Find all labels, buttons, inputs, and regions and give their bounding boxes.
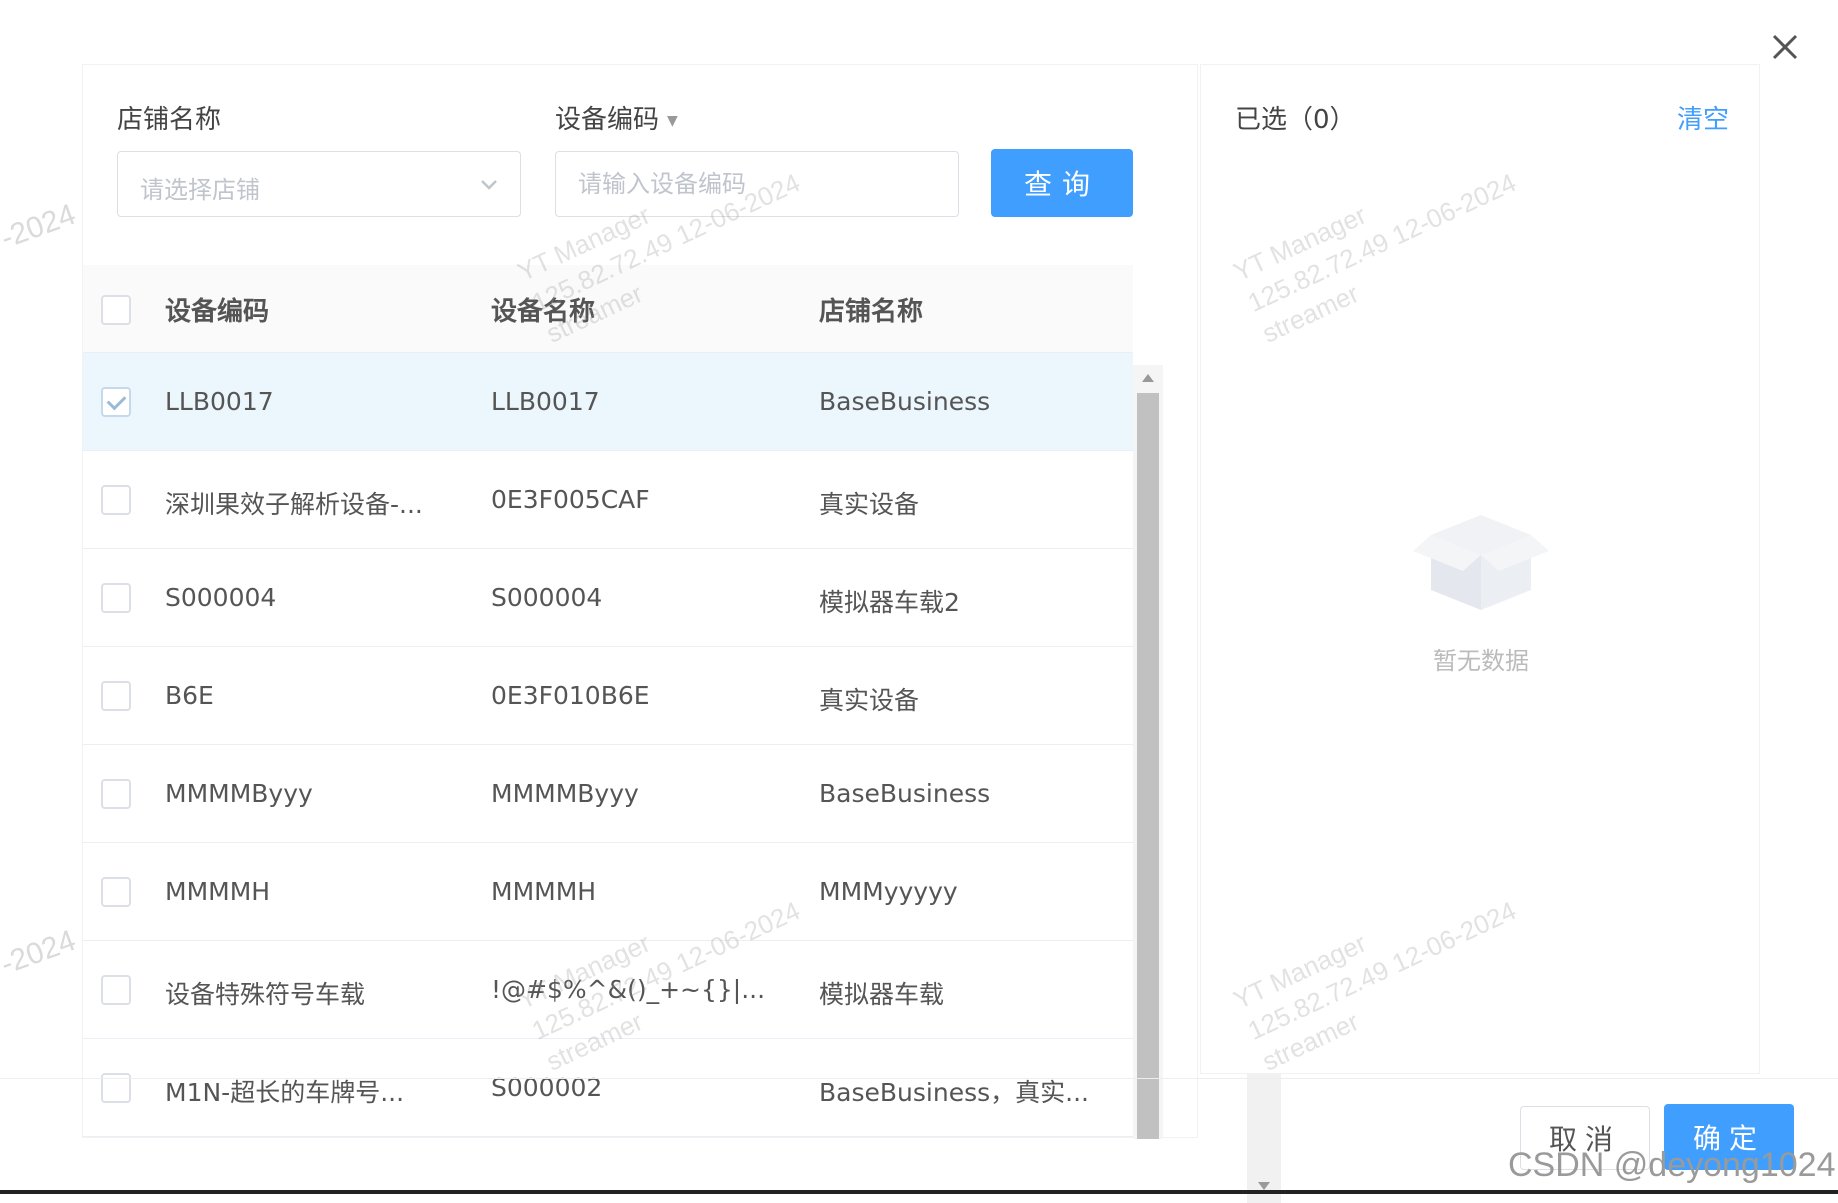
cell-device-name: MMMMByyy	[491, 779, 639, 808]
selected-count-title: 已选（0）	[1235, 105, 1356, 135]
row-checkbox[interactable]	[101, 387, 131, 417]
empty-text: 暂无数据	[1433, 647, 1529, 675]
table-header: 设备编码 设备名称 店铺名称	[83, 265, 1133, 353]
csdn-credit: CSDN @deyong1024	[1508, 1146, 1836, 1184]
query-button[interactable]: 查询	[991, 149, 1133, 217]
header-store-name: 店铺名称	[819, 297, 924, 327]
cell-device-name: 0E3F005CAF	[491, 485, 650, 514]
header-device-name: 设备名称	[491, 297, 596, 327]
watermark-edge: -2024	[0, 197, 80, 256]
cell-store-name: BaseBusiness	[819, 779, 991, 808]
table-row[interactable]: MMMMH MMMMH MMMyyyyy	[83, 843, 1133, 941]
row-checkbox[interactable]	[101, 779, 131, 809]
cell-store-name: MMMyyyyy	[819, 877, 958, 906]
device-code-input[interactable]	[555, 151, 959, 217]
row-checkbox[interactable]	[101, 975, 131, 1005]
table-row[interactable]: 深圳果效子解析设备-... 0E3F005CAF 真实设备	[83, 451, 1133, 549]
cell-store-name: 真实设备	[819, 490, 920, 519]
cell-device-code: 深圳果效子解析设备-...	[165, 490, 423, 519]
cell-device-name: MMMMH	[491, 877, 597, 906]
table-row[interactable]: 设备特殊符号车载 !@#$%^&()_+~{}|... 模拟器车载	[83, 941, 1133, 1039]
device-table: 设备编码 设备名称 店铺名称 LLB0017 LLB0017 BaseBusin…	[83, 265, 1133, 1139]
cell-device-name: 0E3F010B6E	[491, 681, 650, 710]
watermark-edge: -2024	[0, 923, 80, 982]
device-select-dialog: 店铺名称 设备编码 ▼ 请选择店铺 查询 设备编码 设备名称 店铺名称 LLB00…	[0, 0, 1838, 1203]
cell-device-name: S000004	[491, 583, 603, 612]
cell-device-code: MMMMByyy	[165, 779, 313, 808]
store-filter-label: 店铺名称	[117, 105, 222, 135]
row-checkbox[interactable]	[101, 583, 131, 613]
table-scrollbar[interactable]	[1133, 365, 1163, 1139]
empty-box-icon	[1413, 515, 1549, 610]
clear-link[interactable]: 清空	[1677, 99, 1729, 136]
cell-store-name: BaseBusiness	[819, 387, 991, 416]
cell-device-name: LLB0017	[491, 387, 600, 416]
table-row[interactable]: S000004 S000004 模拟器车载2	[83, 549, 1133, 647]
code-filter-label[interactable]: 设备编码 ▼	[555, 99, 678, 136]
cell-store-name: 模拟器车载	[819, 980, 945, 1009]
bottom-border	[0, 1190, 1838, 1194]
header-device-code: 设备编码	[165, 297, 270, 327]
cell-store-name: 真实设备	[819, 686, 920, 715]
row-checkbox[interactable]	[101, 681, 131, 711]
cell-device-code: S000004	[165, 583, 277, 612]
device-list-panel: 店铺名称 设备编码 ▼ 请选择店铺 查询 设备编码 设备名称 店铺名称 LLB00…	[82, 64, 1281, 1203]
row-checkbox[interactable]	[101, 485, 131, 515]
table-scrollbar-thumb[interactable]	[1137, 393, 1159, 1139]
chevron-down-icon	[481, 180, 497, 190]
table-row[interactable]: M1N-超长的车牌号... S000002 BaseBusiness，真实...	[83, 1039, 1133, 1137]
cell-device-code: MMMMH	[165, 877, 271, 906]
store-select[interactable]: 请选择店铺	[117, 151, 521, 217]
cell-device-code: 设备特殊符号车载	[165, 980, 366, 1009]
cell-device-code: B6E	[165, 681, 214, 710]
table-row[interactable]: B6E 0E3F010B6E 真实设备	[83, 647, 1133, 745]
close-icon	[1772, 34, 1798, 60]
footer-divider	[0, 1078, 1838, 1079]
caret-down-icon: ▼	[667, 112, 678, 129]
select-all-checkbox[interactable]	[101, 295, 131, 325]
store-select-placeholder: 请选择店铺	[140, 176, 260, 204]
table-row[interactable]: LLB0017 LLB0017 BaseBusiness	[83, 353, 1133, 451]
code-filter-label-text: 设备编码	[555, 105, 660, 135]
cell-store-name: 模拟器车载2	[819, 588, 960, 617]
cell-device-code: LLB0017	[165, 387, 274, 416]
table-row[interactable]: MMMMByyy MMMMByyy BaseBusiness	[83, 745, 1133, 843]
row-checkbox[interactable]	[101, 877, 131, 907]
cell-device-name: !@#$%^&()_+~{}|...	[491, 975, 766, 1004]
scroll-up-arrow-icon[interactable]	[1139, 371, 1157, 385]
close-button[interactable]	[1764, 26, 1806, 68]
selected-panel: 已选（0） 清空 暂无数据	[1200, 64, 1760, 1074]
